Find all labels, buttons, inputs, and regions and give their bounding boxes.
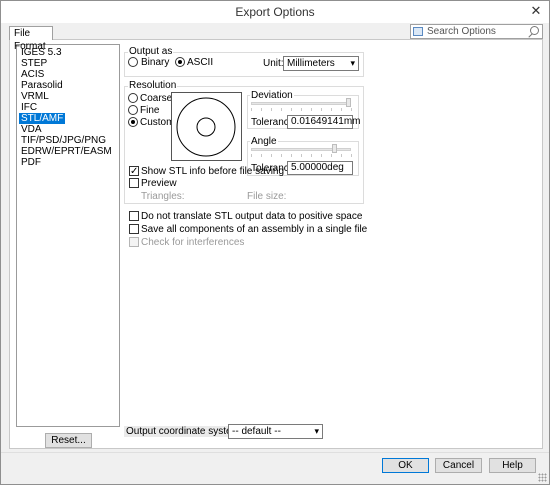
binary-label[interactable]: Binary (141, 57, 169, 68)
list-item[interactable]: TIF/PSD/JPG/PNG (19, 135, 108, 146)
list-item[interactable]: VRML (19, 91, 51, 102)
file-format-list[interactable]: IGES 5.3 STEP ACIS Parasolid VRML IFC ST… (16, 44, 120, 427)
coarse-radio[interactable] (128, 93, 138, 103)
chevron-down-icon: ▾ (350, 58, 355, 68)
list-item[interactable]: Parasolid (19, 80, 65, 91)
ascii-label[interactable]: ASCII (187, 57, 213, 68)
save-all-checkbox[interactable] (129, 224, 139, 234)
reset-button[interactable]: Reset... (45, 433, 92, 448)
coarse-label[interactable]: Coarse (140, 93, 172, 104)
angle-ticks (251, 154, 352, 157)
binary-radio[interactable] (128, 57, 138, 67)
no-translate-label[interactable]: Do not translate STL output data to posi… (141, 211, 362, 222)
preview-checkbox[interactable] (129, 178, 139, 188)
angle-tolerance-field[interactable]: 5.00000deg (287, 161, 353, 175)
search-input[interactable]: Search Options (427, 26, 496, 37)
deviation-slider-thumb[interactable] (346, 98, 351, 107)
fine-radio[interactable] (128, 105, 138, 115)
resize-grip-icon[interactable] (538, 473, 547, 482)
search-icon[interactable] (530, 26, 539, 35)
help-button[interactable]: Help (489, 458, 536, 473)
preview-label[interactable]: Preview (141, 178, 177, 189)
coordinate-system-value: -- default -- (232, 426, 281, 437)
file-size-label: File size: (247, 191, 287, 202)
check-interferences-label: Check for interferences (141, 237, 245, 248)
show-info-checkbox[interactable]: ✓ (129, 166, 139, 177)
list-item[interactable]: IFC (19, 102, 39, 113)
coordinate-system-label: Output coordinate system: (124, 426, 245, 437)
deviation-tolerance-field[interactable]: 0.01649141mm (287, 115, 361, 129)
ascii-radio[interactable] (175, 57, 185, 67)
list-item-selected[interactable]: STL/AMF (19, 113, 66, 124)
title-bar: Export Options ✕ (1, 1, 549, 23)
window-title: Export Options (235, 5, 315, 19)
list-item[interactable]: VDA (19, 124, 44, 135)
coordinate-system-select[interactable]: -- default -- ▾ (228, 424, 323, 439)
resolution-label: Resolution (128, 80, 178, 91)
options-list-icon (413, 27, 423, 36)
custom-radio[interactable] (128, 117, 138, 127)
close-icon[interactable]: ✕ (529, 4, 543, 18)
list-item[interactable]: EDRW/EPRT/EASM (19, 146, 114, 157)
angle-label: Angle (250, 136, 278, 147)
show-info-label[interactable]: Show STL info before file saving (141, 166, 284, 177)
unit-value: Millimeters (287, 58, 335, 69)
export-options-dialog: Export Options ✕ Search Options File For… (0, 0, 550, 485)
preview-disc-icon (176, 97, 236, 157)
unit-select[interactable]: Millimeters ▾ (283, 56, 359, 71)
unit-label: Unit: (263, 58, 284, 69)
ok-button[interactable]: OK (382, 458, 429, 473)
no-translate-checkbox[interactable] (129, 211, 139, 221)
angle-slider-thumb[interactable] (332, 144, 337, 153)
chevron-down-icon: ▾ (314, 426, 319, 436)
save-all-label[interactable]: Save all components of an assembly in a … (141, 224, 367, 235)
search-box[interactable]: Search Options (410, 24, 543, 39)
footer-divider (1, 452, 549, 453)
fine-label[interactable]: Fine (140, 105, 159, 116)
triangles-label: Triangles: (141, 191, 185, 202)
deviation-label: Deviation (250, 90, 294, 101)
tab-file-format[interactable]: File Format (9, 26, 53, 52)
list-item[interactable]: ACIS (19, 69, 46, 80)
deviation-slider[interactable] (251, 102, 351, 105)
check-interferences-checkbox (129, 237, 139, 247)
deviation-ticks (251, 108, 352, 111)
stl-preview-image (171, 92, 242, 161)
output-as-label: Output as (128, 46, 174, 57)
list-item[interactable]: PDF (19, 157, 43, 168)
custom-label[interactable]: Custom (140, 117, 174, 128)
list-item[interactable]: STEP (19, 58, 49, 69)
cancel-button[interactable]: Cancel (435, 458, 482, 473)
